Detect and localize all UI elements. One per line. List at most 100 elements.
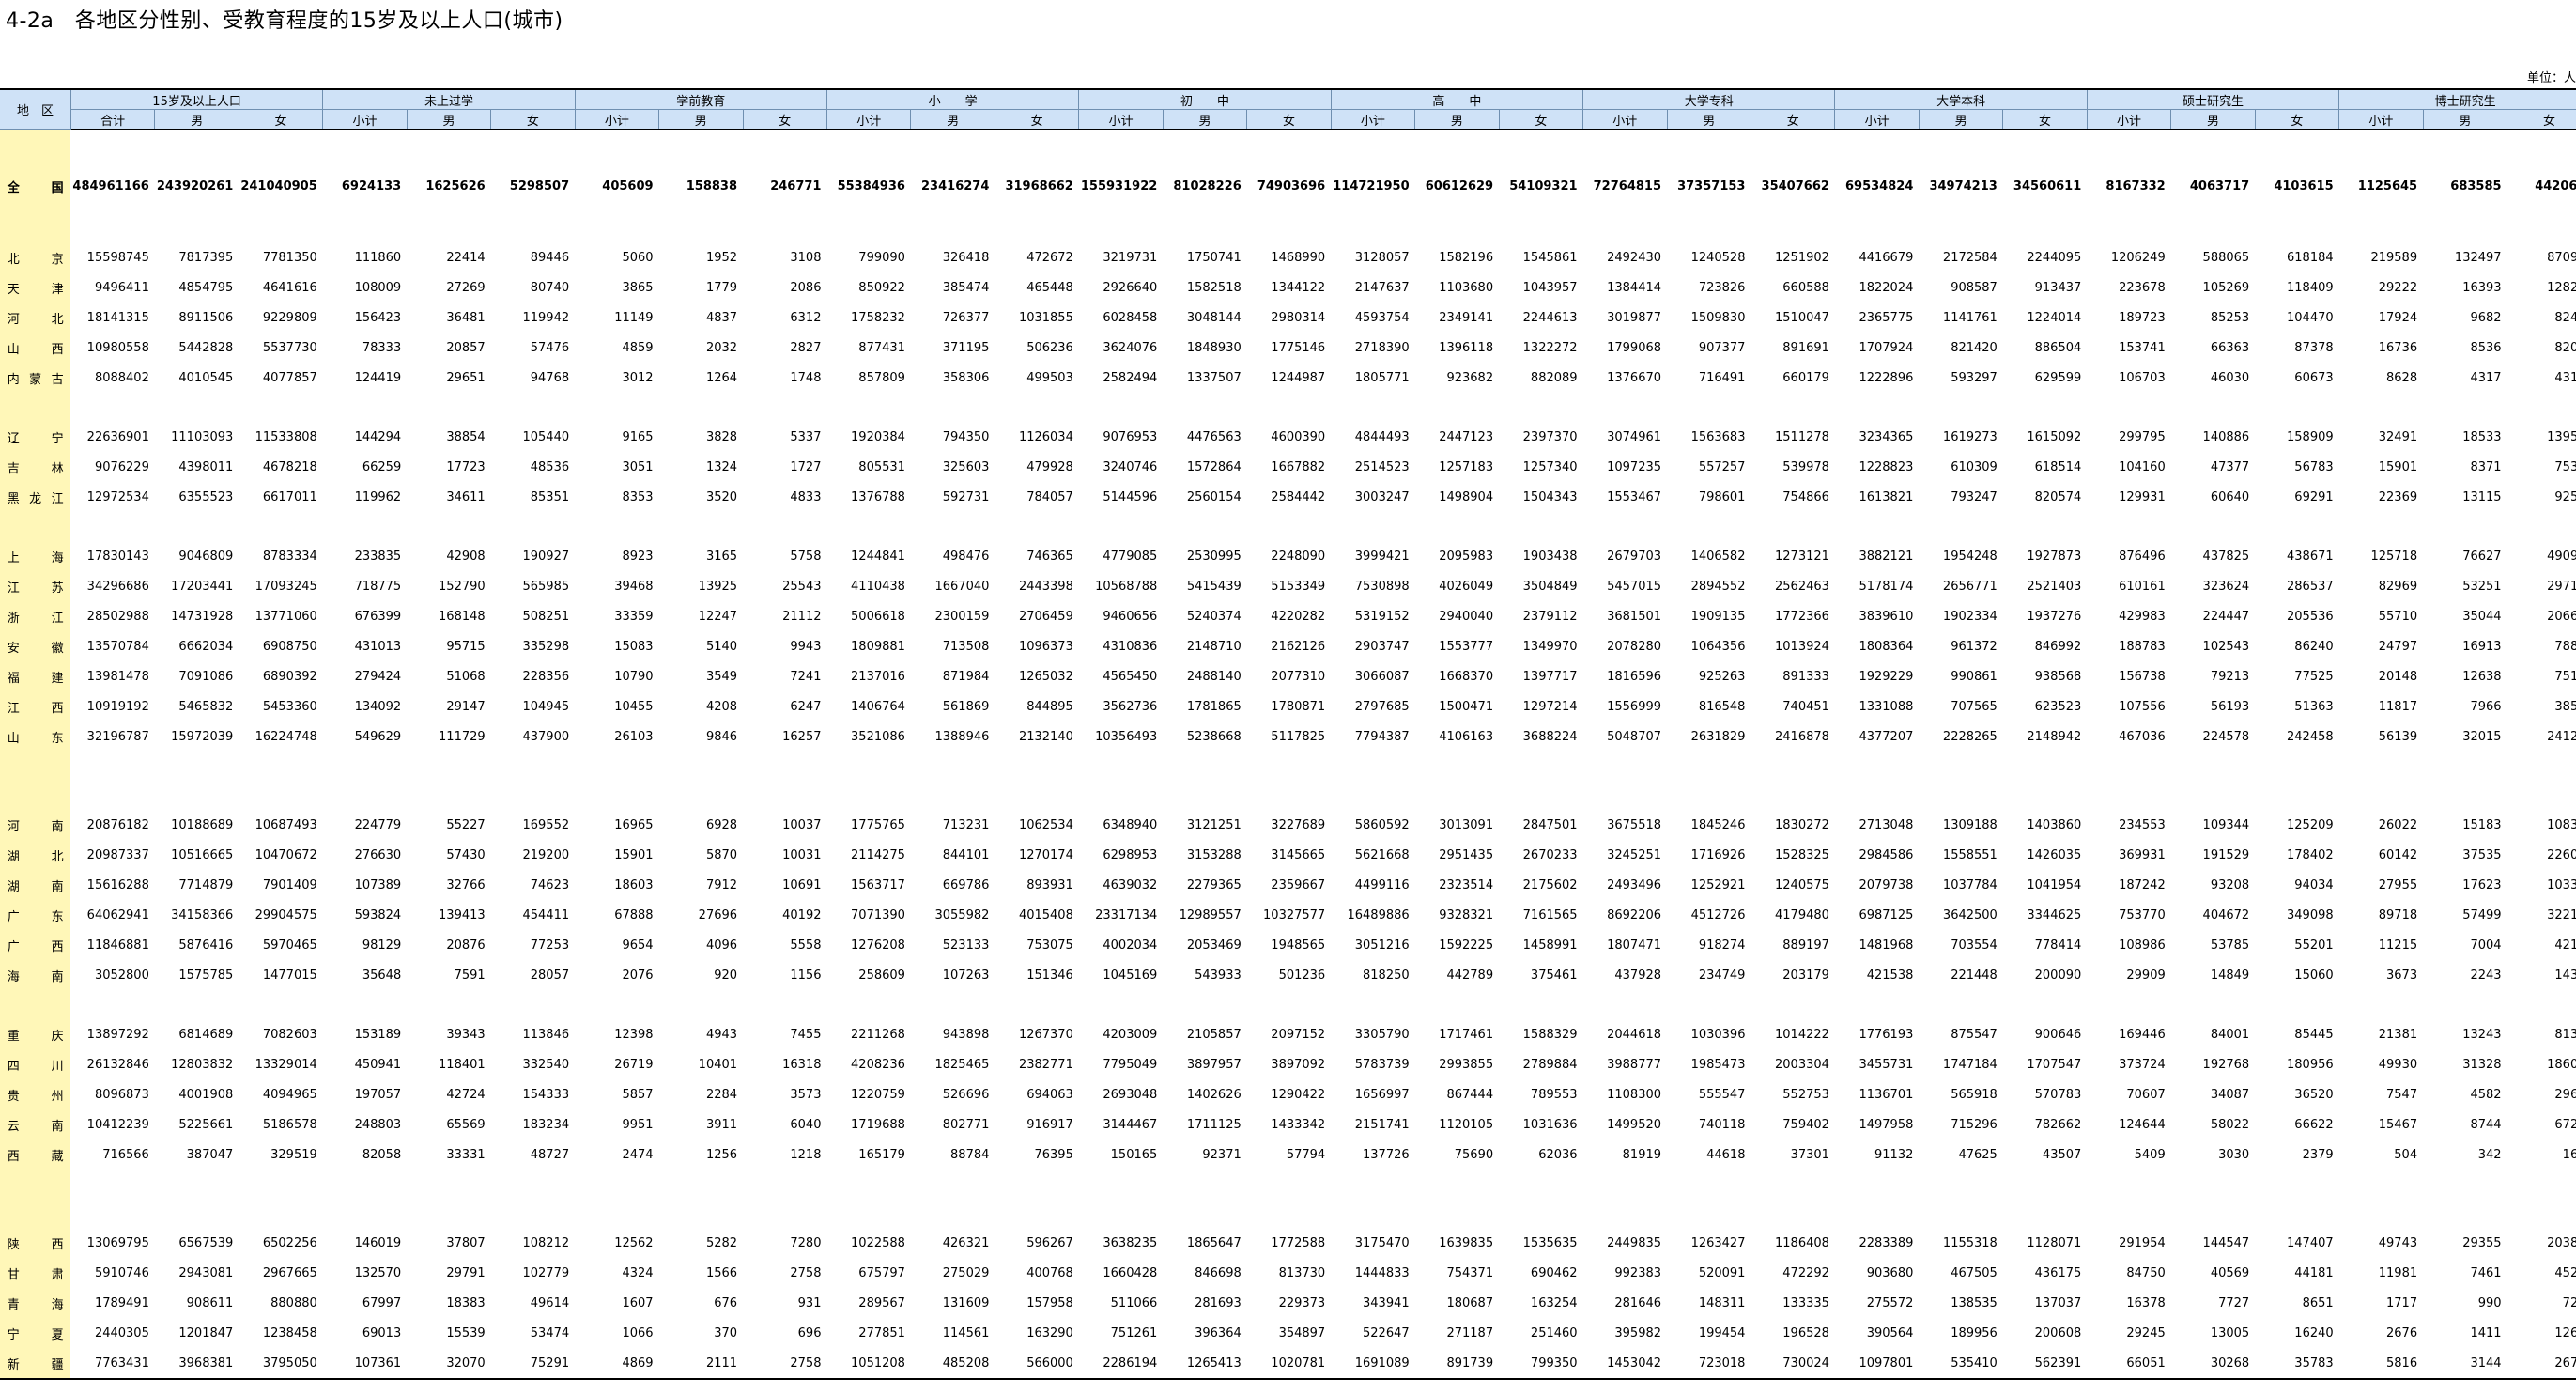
value-cell: 1668370 <box>1439 669 1494 684</box>
value-cell: 187242 <box>2119 877 2166 892</box>
value-cell: 111729 <box>439 729 486 744</box>
value-cell: 2447123 <box>1439 429 1494 444</box>
value-cell: 4512726 <box>1690 907 1746 923</box>
value-cell: 2894552 <box>1690 579 1746 594</box>
value-cell: 369931 <box>2119 847 2166 862</box>
value-cell: 3897092 <box>1271 1057 1326 1072</box>
region-name-text: 新疆 <box>7 1357 64 1372</box>
spacer-cell <box>407 393 490 422</box>
value-cell: 20666 <box>2547 609 2576 624</box>
spacer-cell <box>1415 752 1499 781</box>
value-cell: 990 <box>2477 1295 2502 1310</box>
value-cell: 593824 <box>354 907 402 923</box>
value-cell: 1468990 <box>1271 250 1326 265</box>
spacer-cell <box>70 512 154 541</box>
value-cell: 286537 <box>2287 579 2334 594</box>
value-cell: 79213 <box>2210 669 2250 684</box>
value-cell: 2965 <box>2554 1087 2576 1102</box>
value-cell: 1030396 <box>1690 1027 1746 1042</box>
value-cell: 9076229 <box>94 459 149 474</box>
value-cell: 522647 <box>1363 1326 1410 1341</box>
value-cell: 13005 <box>2210 1326 2250 1341</box>
value-cell: 5060 <box>622 250 654 265</box>
value-cell: 1251902 <box>1775 250 1829 265</box>
value-cell: 2382771 <box>1018 1057 1073 1072</box>
value-cell: 716491 <box>1698 370 1746 385</box>
value-cell: 60673 <box>2294 370 2334 385</box>
value-cell: 42724 <box>446 1087 486 1102</box>
spacer-cell <box>659 1170 743 1199</box>
value-cell: 1096373 <box>1018 639 1073 654</box>
spacer-cell <box>1835 512 1919 541</box>
value-cell: 29718 <box>2547 579 2576 594</box>
value-cell: 395982 <box>1614 1326 1662 1341</box>
value-cell: 55227 <box>446 817 486 832</box>
spacer-cell <box>1415 990 1499 1019</box>
value-cell: 5537730 <box>262 340 317 355</box>
value-cell: 74903696 <box>1257 178 1326 194</box>
value-cell: 676399 <box>354 609 402 624</box>
value-cell: 18141315 <box>86 310 149 325</box>
spacer-cell <box>1835 990 1919 1019</box>
value-cell: 29791 <box>446 1265 486 1280</box>
value-cell: 23416274 <box>921 178 990 194</box>
spacer-cell <box>1415 213 1499 242</box>
table-row: 云南 10412239 5225661 5186578 248803 65569 18323… <box>0 1109 2576 1140</box>
value-cell: 3675518 <box>1607 817 1662 832</box>
spacer-cell <box>1415 512 1499 541</box>
value-cell: 2044618 <box>1607 1027 1662 1042</box>
spacer-cell <box>743 752 826 781</box>
value-cell: 8088402 <box>94 370 149 385</box>
spacer-cell <box>575 1199 658 1228</box>
value-cell: 77253 <box>530 938 570 953</box>
value-cell: 5178174 <box>1859 579 1914 594</box>
region-column-header: 地 区 <box>0 88 71 130</box>
value-cell: 2584442 <box>1271 489 1326 504</box>
spacer-cell <box>575 781 658 810</box>
value-cell: 20857 <box>446 340 486 355</box>
value-cell: 3968381 <box>154 1348 239 1380</box>
value-cell: 132497 <box>2454 250 2502 265</box>
spacer-cell <box>1163 130 1246 160</box>
value-cell: 3688224 <box>1522 729 1578 744</box>
value-cell: 1775765 <box>851 817 905 832</box>
value-cell: 60612629 <box>1425 178 1494 194</box>
value-cell: 2530995 <box>1186 549 1242 564</box>
region-name: 江西 <box>0 691 71 721</box>
value-cell: 5337 <box>790 429 822 444</box>
value-cell: 715296 <box>1951 1117 1998 1132</box>
group-header: 硕士研究生 <box>2087 88 2340 110</box>
value-cell: 723018 <box>1667 1348 1751 1380</box>
value-cell: 570783 <box>2034 1087 2082 1102</box>
spacer-cell <box>2171 1170 2255 1199</box>
spacer-cell <box>911 512 995 541</box>
value-cell: 5006618 <box>851 609 905 624</box>
spacer-cell <box>2087 1199 2170 1228</box>
value-cell: 2940040 <box>1439 609 1494 624</box>
value-cell: 26022 <box>2378 817 2418 832</box>
value-cell: 14731928 <box>171 609 234 624</box>
spacer-cell <box>1163 781 1246 810</box>
value-cell: 1013924 <box>1775 639 1829 654</box>
value-cell: 15901 <box>614 847 654 862</box>
spacer-cell <box>743 781 826 810</box>
value-cell: 618184 <box>2287 250 2334 265</box>
value-cell: 10691 <box>782 877 822 892</box>
value-cell: 2228265 <box>1942 729 1998 744</box>
spacer-cell <box>155 130 239 160</box>
value-cell: 6908750 <box>262 639 317 654</box>
value-cell: 56783 <box>2294 459 2334 474</box>
value-cell: 1273121 <box>1775 549 1829 564</box>
value-cell: 29904575 <box>255 907 317 923</box>
value-cell: 499503 <box>1026 370 1073 385</box>
spacer-cell <box>1667 781 1751 810</box>
value-cell: 6028458 <box>1103 310 1158 325</box>
value-cell: 178402 <box>2287 847 2334 862</box>
value-cell: 4220282 <box>1271 609 1326 624</box>
value-cell: 992383 <box>1614 1265 1662 1280</box>
value-cell: 9951 <box>622 1117 654 1132</box>
value-cell: 2758 <box>743 1348 827 1380</box>
spacer-cell <box>995 752 1078 781</box>
value-cell: 2137016 <box>851 669 905 684</box>
value-cell: 1511278 <box>1775 429 1829 444</box>
